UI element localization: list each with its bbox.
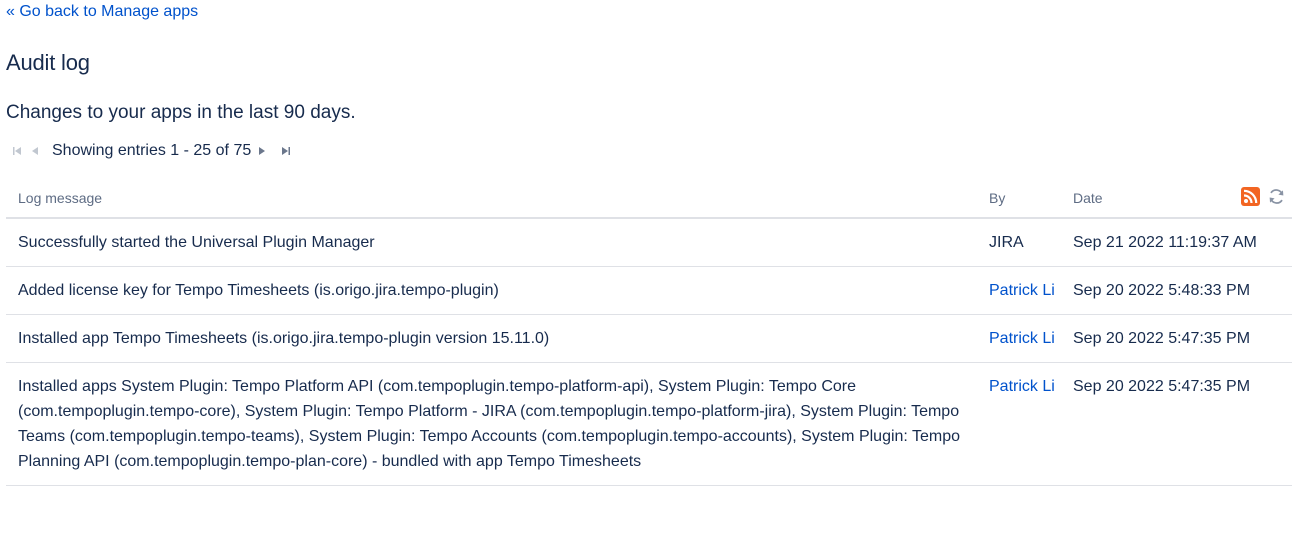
log-message-cell: Installed apps System Plugin: Tempo Plat… — [6, 362, 977, 486]
by-cell: Patrick Li — [977, 266, 1061, 315]
pagination: Showing entries 1 - 25 of 75 — [8, 139, 295, 163]
table-row: Successfully started the Universal Plugi… — [6, 218, 1292, 267]
column-header-date: Date — [1061, 178, 1292, 219]
date-cell: Sep 20 2022 5:47:35 PM — [1061, 362, 1292, 486]
date-cell: Sep 21 2022 11:19:37 AM — [1061, 218, 1292, 267]
page-title: Audit log — [6, 50, 90, 75]
table-row: Added license key for Tempo Timesheets (… — [6, 266, 1292, 315]
refresh-icon[interactable] — [1267, 187, 1286, 209]
user-link[interactable]: Patrick Li — [989, 282, 1055, 299]
column-header-date-label: Date — [1073, 189, 1103, 206]
header-icons — [1241, 187, 1286, 209]
audit-log-table: Log message By Date Successfully started… — [6, 178, 1292, 486]
column-header-by: By — [977, 178, 1061, 219]
table-header-row: Log message By Date — [6, 178, 1292, 219]
date-cell: Sep 20 2022 5:48:33 PM — [1061, 266, 1292, 315]
log-message-cell: Successfully started the Universal Plugi… — [6, 218, 977, 267]
table-row: Installed app Tempo Timesheets (is.origo… — [6, 314, 1292, 363]
rss-feed-icon[interactable] — [1241, 187, 1261, 209]
by-cell: JIRA — [977, 218, 1061, 267]
date-cell: Sep 20 2022 5:47:35 PM — [1061, 314, 1292, 363]
first-page-icon[interactable] — [8, 141, 26, 161]
user-link[interactable]: Patrick Li — [989, 330, 1055, 347]
user-link[interactable]: Patrick Li — [989, 378, 1055, 395]
page-subtitle: Changes to your apps in the last 90 days… — [6, 102, 356, 123]
log-message-cell: Added license key for Tempo Timesheets (… — [6, 266, 977, 315]
next-page-icon[interactable] — [253, 141, 271, 161]
by-cell: Patrick Li — [977, 314, 1061, 363]
table-row: Installed apps System Plugin: Tempo Plat… — [6, 362, 1292, 486]
column-header-log-message: Log message — [6, 178, 977, 219]
back-to-manage-apps-link[interactable]: « Go back to Manage apps — [6, 3, 198, 21]
log-message-cell: Installed app Tempo Timesheets (is.origo… — [6, 314, 977, 363]
by-cell: Patrick Li — [977, 362, 1061, 486]
last-page-icon[interactable] — [277, 141, 295, 161]
by-text: JIRA — [989, 234, 1024, 251]
pagination-status: Showing entries 1 - 25 of 75 — [52, 142, 252, 159]
previous-page-icon[interactable] — [26, 141, 44, 161]
